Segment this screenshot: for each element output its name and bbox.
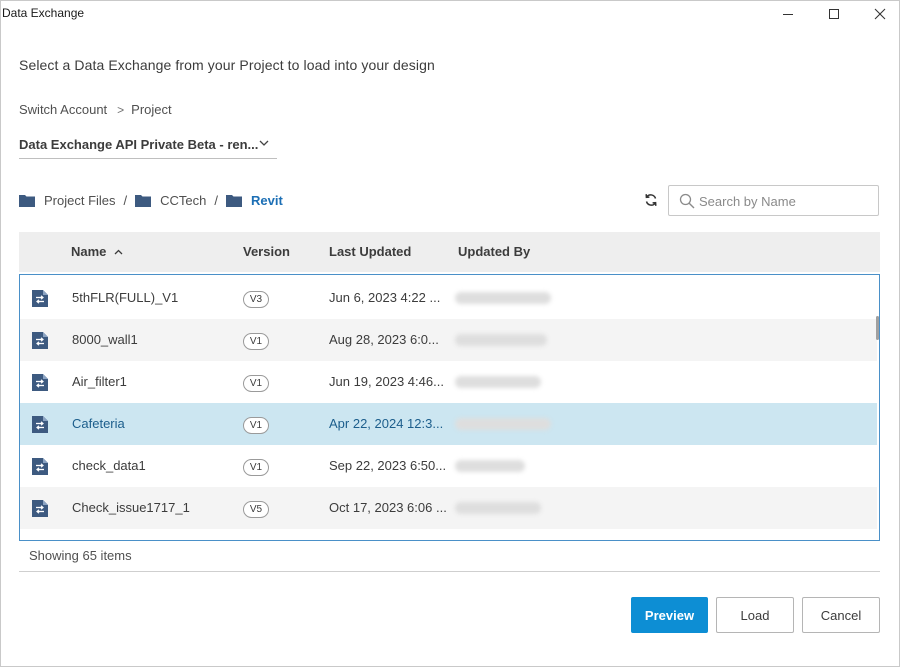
account-nav: Switch Account > Project xyxy=(19,102,172,117)
version-badge: V5 xyxy=(243,501,269,518)
search-input[interactable] xyxy=(699,192,869,210)
version-badge: V1 xyxy=(243,333,269,350)
maximize-button[interactable] xyxy=(811,1,857,27)
table-row[interactable]: 5thFLR(FULL)_V1 V3 Jun 6, 2023 4:22 ... xyxy=(20,277,877,319)
project-dropdown[interactable]: Data Exchange API Private Beta - ren... xyxy=(19,131,277,159)
column-header-version[interactable]: Version xyxy=(243,244,290,259)
minimize-icon xyxy=(783,14,793,15)
breadcrumb-cctech[interactable]: CCTech xyxy=(135,193,206,208)
breadcrumb-revit[interactable]: Revit xyxy=(226,193,283,208)
table-header: Name Version Last Updated Updated By xyxy=(19,232,880,272)
refresh-icon[interactable] xyxy=(644,193,658,207)
row-updated-by-redacted xyxy=(455,418,551,430)
data-exchange-file-icon xyxy=(32,290,48,307)
version-badge: V1 xyxy=(243,417,269,434)
table-row[interactable]: Check_issue1717_1 V5 Oct 17, 2023 6:06 ... xyxy=(20,487,877,529)
window-title: Data Exchange xyxy=(2,6,85,20)
row-last-updated: Aug 28, 2023 6:0... xyxy=(329,332,439,347)
preview-button[interactable]: Preview xyxy=(631,597,708,633)
breadcrumb-project-files[interactable]: Project Files xyxy=(19,193,116,208)
switch-account-link[interactable]: Switch Account xyxy=(19,102,107,117)
row-updated-by-redacted xyxy=(455,334,547,346)
row-updated-by-redacted xyxy=(455,460,525,472)
row-last-updated: Oct 17, 2023 6:06 ... xyxy=(329,500,447,515)
column-header-updated-by[interactable]: Updated By xyxy=(458,244,530,259)
item-count: Showing 65 items xyxy=(29,548,132,563)
table-row[interactable]: Air_filter1 V1 Jun 19, 2023 4:46... xyxy=(20,361,877,403)
scrollbar[interactable] xyxy=(876,275,879,540)
close-icon xyxy=(874,8,886,20)
cancel-button[interactable]: Cancel xyxy=(802,597,880,633)
project-dropdown-value: Data Exchange API Private Beta - ren... xyxy=(19,137,259,152)
data-exchange-dialog: Data Exchange Select a Data Exchange fro… xyxy=(0,0,900,667)
data-exchange-file-icon xyxy=(32,332,48,349)
load-button[interactable]: Load xyxy=(716,597,794,633)
nav-separator: > xyxy=(117,102,125,117)
divider xyxy=(19,571,880,572)
row-last-updated: Sep 22, 2023 6:50... xyxy=(329,458,447,473)
data-exchange-file-icon xyxy=(32,416,48,433)
version-badge: V1 xyxy=(243,459,269,476)
row-updated-by-redacted xyxy=(455,502,541,514)
chevron-down-icon xyxy=(259,140,269,146)
maximize-icon xyxy=(829,9,839,19)
row-last-updated: Apr 22, 2024 12:3... xyxy=(329,416,444,431)
data-exchange-file-icon xyxy=(32,374,48,391)
sort-ascending-icon xyxy=(114,249,123,254)
table-row[interactable]: 8000_wall1 V1 Aug 28, 2023 6:0... xyxy=(20,319,877,361)
search-icon xyxy=(679,193,695,209)
table-row[interactable]: Cafeteria V1 Apr 22, 2024 12:3... xyxy=(20,403,877,445)
search-box[interactable] xyxy=(668,185,879,216)
row-last-updated: Jun 19, 2023 4:46... xyxy=(329,374,444,389)
folder-icon xyxy=(226,194,243,207)
row-name: 5thFLR(FULL)_V1 xyxy=(72,290,179,305)
row-name: check_data1 xyxy=(72,458,146,473)
row-updated-by-redacted xyxy=(455,292,551,304)
column-header-last-updated[interactable]: Last Updated xyxy=(329,244,411,259)
row-updated-by-redacted xyxy=(455,376,541,388)
folder-icon xyxy=(19,194,35,207)
instruction-text: Select a Data Exchange from your Project… xyxy=(19,57,435,73)
row-name: Check_issue1717_1 xyxy=(72,500,190,515)
breadcrumb-separator: / xyxy=(123,192,128,208)
data-exchange-file-icon xyxy=(32,500,48,517)
row-name: 8000_wall1 xyxy=(72,332,138,347)
scrollbar-thumb[interactable] xyxy=(876,316,879,340)
title-bar: Data Exchange xyxy=(1,1,899,29)
breadcrumb-separator: / xyxy=(214,192,219,208)
version-badge: V3 xyxy=(243,291,269,308)
row-name: Cafeteria xyxy=(72,416,125,431)
row-name: Air_filter1 xyxy=(72,374,127,389)
close-button[interactable] xyxy=(857,1,900,27)
file-list[interactable]: 5thFLR(FULL)_V1 V3 Jun 6, 2023 4:22 ... 800… xyxy=(19,274,880,541)
column-header-name[interactable]: Name xyxy=(71,244,123,259)
version-badge: V1 xyxy=(243,375,269,392)
data-exchange-file-icon xyxy=(32,458,48,475)
folder-icon xyxy=(135,194,152,207)
table-row[interactable]: check_data1 V1 Sep 22, 2023 6:50... xyxy=(20,445,877,487)
project-link[interactable]: Project xyxy=(131,102,171,117)
minimize-button[interactable] xyxy=(765,1,811,27)
row-last-updated: Jun 6, 2023 4:22 ... xyxy=(329,290,441,305)
breadcrumb: Project Files / CCTech / Revit xyxy=(19,191,283,209)
